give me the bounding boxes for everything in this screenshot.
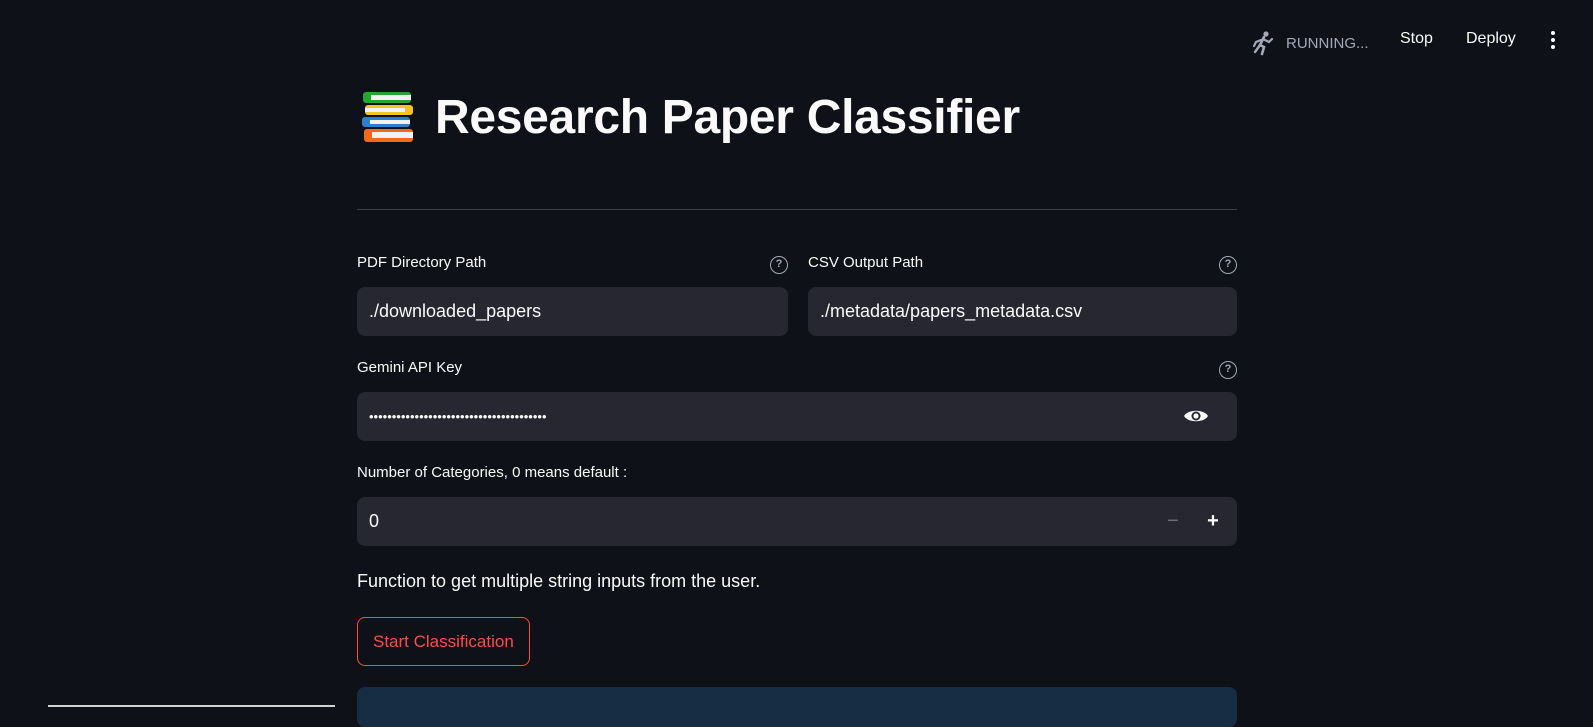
eye-icon[interactable] bbox=[1183, 406, 1209, 426]
kebab-menu-icon[interactable] bbox=[1549, 31, 1557, 53]
num-categories-value: 0 bbox=[369, 511, 380, 531]
stop-button[interactable]: Stop bbox=[1400, 30, 1433, 48]
num-categories-label: Number of Categories, 0 means default : bbox=[357, 464, 628, 481]
books-icon bbox=[362, 92, 413, 142]
start-classification-button[interactable]: Start Classification bbox=[357, 617, 530, 666]
api-key-input[interactable]: ••••••••••••••••••••••••••••••••••••••• bbox=[357, 392, 1237, 441]
help-icon[interactable]: ? bbox=[1219, 361, 1237, 379]
api-key-value: ••••••••••••••••••••••••••••••••••••••• bbox=[369, 409, 547, 424]
info-box bbox=[357, 687, 1237, 727]
running-man-icon bbox=[1252, 31, 1274, 56]
csv-output-label: CSV Output Path bbox=[808, 254, 924, 271]
divider bbox=[357, 209, 1237, 210]
csv-output-input[interactable]: ./metadata/papers_metadata.csv bbox=[808, 287, 1237, 336]
csv-output-value: ./metadata/papers_metadata.csv bbox=[820, 301, 1083, 321]
page-title-row: Research Paper Classifier bbox=[357, 86, 1020, 148]
increment-button[interactable]: + bbox=[1201, 509, 1225, 533]
decrement-button[interactable]: − bbox=[1161, 509, 1185, 533]
num-categories-input[interactable]: 0 − + bbox=[357, 497, 1237, 546]
page-title: Research Paper Classifier bbox=[435, 90, 1020, 144]
app-header: RUNNING... Stop Deploy bbox=[0, 0, 1593, 84]
help-icon[interactable]: ? bbox=[1219, 256, 1237, 274]
pdf-dir-label: PDF Directory Path bbox=[357, 254, 487, 271]
pdf-dir-input[interactable]: ./downloaded_papers bbox=[357, 287, 788, 336]
help-icon[interactable]: ? bbox=[770, 256, 788, 274]
status-text: RUNNING... bbox=[1286, 34, 1369, 52]
running-status: RUNNING... bbox=[1250, 30, 1369, 56]
pdf-dir-value: ./downloaded_papers bbox=[369, 301, 542, 321]
deploy-button[interactable]: Deploy bbox=[1466, 30, 1516, 48]
description-text: Function to get multiple string inputs f… bbox=[357, 571, 761, 591]
api-key-label: Gemini API Key bbox=[357, 359, 463, 376]
